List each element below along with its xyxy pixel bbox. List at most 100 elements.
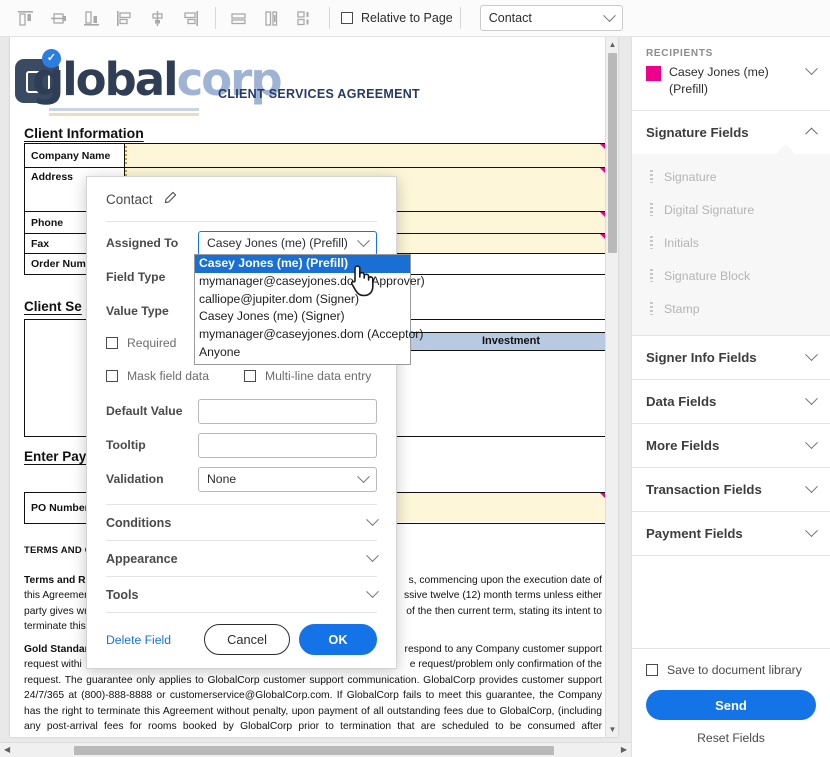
align-bottom-icon[interactable] [76,5,106,31]
sidebar-divider [632,555,830,556]
chevron-down-icon [357,233,370,247]
recipient-item[interactable]: Casey Jones (me) (Prefill) [632,62,830,110]
align-left-icon[interactable] [109,5,139,31]
dropdown-option[interactable]: calliope@jupiter.dom (Signer) [195,291,410,309]
mask-field-data-label: Mask field data [127,369,209,383]
field-item-digital-signature[interactable]: Digital Signature [632,193,830,226]
assigned-to-select[interactable]: Casey Jones (me) (Prefill) [198,230,377,256]
align-center-vertical-icon[interactable] [142,5,172,31]
section-signature-fields[interactable]: Signature Fields [632,111,830,154]
row-label: Company Name [25,144,125,167]
multi-line-checkbox[interactable]: Multi-line data entry [244,369,371,383]
accordion-conditions[interactable]: Conditions [106,504,379,540]
cancel-button[interactable]: Cancel [204,624,290,655]
match-height-icon[interactable] [256,5,286,31]
terms-p1-b: party gives wr [24,605,88,617]
scroll-right-icon[interactable]: ▶ [621,745,627,754]
assigned-to-label: Assigned To [106,236,179,250]
required-checkbox[interactable]: Required [106,336,176,350]
terms-paragraph-1-right: s, commencing upon the execution date of… [392,573,602,619]
section-payment-fields[interactable]: Payment Fields [632,512,830,555]
tooltip-input[interactable] [198,432,377,458]
section-more-fields[interactable]: More Fields [632,424,830,467]
accordion-appearance[interactable]: Appearance [106,540,379,576]
section-signature-fields-label: Signature Fields [646,125,749,140]
accordion-tools[interactable]: Tools [106,576,379,612]
chevron-down-icon[interactable] [805,62,818,76]
field-item-stamp[interactable]: Stamp [632,292,830,325]
drag-grip-icon [650,203,653,216]
default-value-row: Default Value [106,394,377,428]
save-to-library-label: Save to document library [667,663,802,677]
table-row[interactable]: Company Name [25,144,613,168]
delete-field-link[interactable]: Delete Field [106,633,204,647]
logo-rule-blue [49,108,199,111]
field-item-signature[interactable]: Signature [632,160,830,193]
scroll-left-icon[interactable]: ◀ [4,745,10,754]
dropdown-option[interactable]: mymanager@caseyjones.dom (Approver) [195,273,425,291]
toolbar-divider-2 [329,7,330,29]
dropdown-option[interactable]: mymanager@caseyjones.dom (Acceptor) [195,326,423,344]
terms-p2-r2: e request/problem only confirmation of t… [409,659,602,671]
assigned-to-value: Casey Jones (me) (Prefill) [207,236,348,250]
drag-grip-icon [650,302,653,315]
document-horizontal-scrollbar[interactable]: ◀ ▶ [0,742,631,757]
assigned-to-dropdown-list[interactable]: Casey Jones (me) (Prefill) mymanager@cas… [194,254,425,365]
scroll-up-icon[interactable]: ▲ [606,40,618,49]
scroll-down-icon[interactable]: ▼ [606,725,618,734]
checkbox-box [106,370,118,382]
field-type-label: Field Type [106,270,166,284]
align-right-icon[interactable] [175,5,205,31]
horizontal-scroll-thumb[interactable] [74,746,554,755]
dropdown-option[interactable]: Casey Jones (me) (Prefill) [195,255,410,273]
accordion-appearance-label: Appearance [106,551,178,566]
match-width-icon[interactable] [223,5,253,31]
default-value-input[interactable] [198,398,377,424]
ok-button[interactable]: OK [299,624,377,655]
chevron-down-icon [366,549,379,563]
signature-fields-list: Signature Digital Signature Initials Sig… [632,154,830,335]
value-type-label: Value Type [106,304,169,318]
pencil-icon[interactable] [163,191,177,208]
align-top-icon[interactable] [10,5,40,31]
document-title: CLIENT SERVICES AGREEMENT [218,87,420,101]
terms-p2-lead: Gold Standar [24,644,89,655]
accordion-conditions-label: Conditions [106,515,172,530]
dialog-title-row: Contact [106,177,377,221]
save-to-library-checkbox[interactable]: Save to document library [646,663,816,677]
default-value-label: Default Value [106,404,183,418]
chevron-down-icon [805,436,818,450]
terms-paragraph-2-right: respond to any Company customer support … [392,642,602,673]
document-vertical-scrollbar[interactable]: ▲ ▼ [605,37,618,737]
chevron-down-icon [805,480,818,494]
chevron-up-icon [805,127,818,141]
align-middle-horizontal-icon[interactable] [43,5,73,31]
multi-line-label: Multi-line data entry [265,369,372,383]
relative-to-page-checkbox[interactable]: Relative to Page [341,11,453,25]
terms-p1-r1: s, commencing upon the execution date of [408,575,602,586]
field-item-signature-block[interactable]: Signature Block [632,259,830,292]
mask-field-data-checkbox[interactable]: Mask field data [106,369,244,383]
dialog-title: Contact [106,191,153,207]
match-size-icon[interactable] [289,5,319,31]
dialog-divider [106,221,377,222]
vertical-scroll-thumb[interactable] [608,53,617,253]
validation-select[interactable]: None [198,466,377,492]
field-item-initials[interactable]: Initials [632,226,830,259]
send-button[interactable]: Send [646,690,816,720]
field-type-select[interactable]: Contact [479,5,623,31]
sidebar-footer: Save to document library Send Reset Fiel… [632,648,830,757]
field-dash [125,146,127,165]
section-data-fields[interactable]: Data Fields [632,380,830,423]
logo-rule-gold [49,113,199,116]
dropdown-option[interactable]: Casey Jones (me) (Signer) [195,308,410,326]
chevron-down-icon [805,392,818,406]
chevron-down-icon [602,8,616,22]
reset-fields-link[interactable]: Reset Fields [646,731,816,745]
chevron-down-icon [357,469,370,483]
dropdown-option[interactable]: Anyone [195,344,410,362]
section-transaction-fields[interactable]: Transaction Fields [632,468,830,511]
row-field[interactable] [125,144,613,167]
recipient-color-swatch [646,66,661,81]
section-signer-info-fields[interactable]: Signer Info Fields [632,336,830,379]
